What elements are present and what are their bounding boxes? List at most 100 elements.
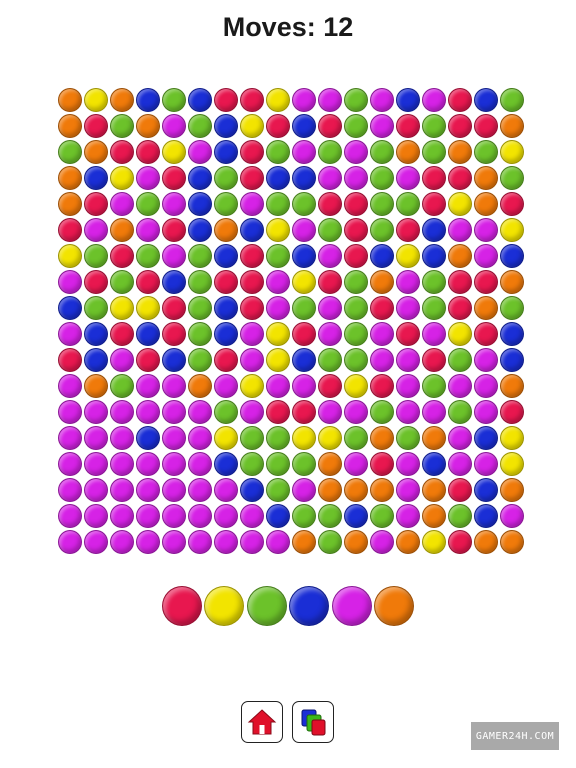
board-cell xyxy=(474,166,498,190)
board-cell xyxy=(292,478,316,502)
board-cell xyxy=(292,504,316,528)
board-cell xyxy=(292,452,316,476)
board-cell xyxy=(500,322,524,346)
board-cell xyxy=(110,478,134,502)
board-cell xyxy=(344,296,368,320)
board-cell xyxy=(214,88,238,112)
board-cell xyxy=(162,530,186,554)
board-cell xyxy=(292,530,316,554)
board-cell xyxy=(370,218,394,242)
board-cell xyxy=(292,244,316,268)
board-cell xyxy=(84,374,108,398)
board-cell xyxy=(422,348,446,372)
board-cell xyxy=(396,322,420,346)
board-cell xyxy=(500,530,524,554)
board-cell xyxy=(396,140,420,164)
moves-counter: Moves: 12 xyxy=(0,12,576,43)
board-cell xyxy=(214,452,238,476)
board-cell xyxy=(344,270,368,294)
board-cell xyxy=(448,478,472,502)
board-cell xyxy=(266,140,290,164)
board-cell xyxy=(110,218,134,242)
board-cell xyxy=(84,400,108,424)
color-button-orange[interactable] xyxy=(373,586,414,626)
board-cell xyxy=(188,348,212,372)
board-cell xyxy=(370,426,394,450)
board-cell xyxy=(136,348,160,372)
board-cell xyxy=(240,426,264,450)
board-cell xyxy=(240,400,264,424)
board-cell xyxy=(58,244,82,268)
board-cell xyxy=(188,530,212,554)
board-cell xyxy=(344,530,368,554)
board-cell xyxy=(448,426,472,450)
board-cell xyxy=(110,296,134,320)
board-cell xyxy=(344,140,368,164)
moves-label: Moves: xyxy=(222,12,316,42)
board-cell xyxy=(448,348,472,372)
board-cell xyxy=(474,192,498,216)
color-button-green[interactable] xyxy=(246,586,287,626)
board-cell xyxy=(500,270,524,294)
board-cell xyxy=(136,296,160,320)
board-cell xyxy=(188,478,212,502)
board-cell xyxy=(84,218,108,242)
board-cell xyxy=(396,374,420,398)
color-button-blue[interactable] xyxy=(289,586,330,626)
board-cell xyxy=(448,296,472,320)
board-cell xyxy=(422,478,446,502)
board-cell xyxy=(396,166,420,190)
board-cell xyxy=(344,400,368,424)
board-cell xyxy=(214,504,238,528)
board-cell xyxy=(500,244,524,268)
board-cell xyxy=(448,218,472,242)
board-cell xyxy=(422,192,446,216)
board-cell xyxy=(474,478,498,502)
game-board[interactable] xyxy=(57,87,525,555)
board-cell xyxy=(370,114,394,138)
board-cell xyxy=(214,166,238,190)
board-cell xyxy=(58,530,82,554)
board-cell xyxy=(370,322,394,346)
board-cell xyxy=(500,192,524,216)
board-cell xyxy=(318,426,342,450)
board-cell xyxy=(370,296,394,320)
board-cell xyxy=(84,296,108,320)
board-cell xyxy=(136,244,160,268)
board-cell xyxy=(318,452,342,476)
board-cell xyxy=(240,218,264,242)
board-cell xyxy=(318,478,342,502)
board-cell xyxy=(318,218,342,242)
color-button-yellow[interactable] xyxy=(204,586,245,626)
board-cell xyxy=(370,504,394,528)
board-cell xyxy=(266,244,290,268)
board-cell xyxy=(266,322,290,346)
color-button-red[interactable] xyxy=(162,586,202,626)
board-cell xyxy=(188,400,212,424)
board-cell xyxy=(318,504,342,528)
board-cell xyxy=(318,400,342,424)
board-cell xyxy=(448,530,472,554)
board-cell xyxy=(318,322,342,346)
board-cell xyxy=(110,270,134,294)
board-cell xyxy=(188,114,212,138)
board-cell xyxy=(162,88,186,112)
board-cell xyxy=(188,88,212,112)
home-button[interactable] xyxy=(241,701,283,743)
board-cell xyxy=(344,166,368,190)
board-cell xyxy=(188,244,212,268)
board-cell xyxy=(318,192,342,216)
board-cell xyxy=(240,114,264,138)
board-cell xyxy=(110,140,134,164)
color-button-magenta[interactable] xyxy=(331,586,372,626)
board-cell xyxy=(396,296,420,320)
board-cell xyxy=(84,166,108,190)
new-game-button[interactable] xyxy=(292,701,334,743)
board-cell xyxy=(240,322,264,346)
board-cell xyxy=(370,192,394,216)
board-cell xyxy=(370,348,394,372)
board-cell xyxy=(110,166,134,190)
board-cell xyxy=(422,270,446,294)
board-cell xyxy=(370,400,394,424)
board-cell xyxy=(58,140,82,164)
